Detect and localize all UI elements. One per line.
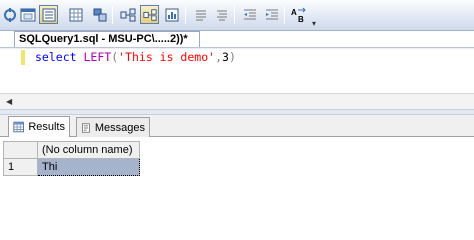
close-paren-token: ) [228, 50, 236, 64]
results-to-text-icon[interactable] [39, 5, 58, 24]
results-to-file-icon[interactable] [90, 5, 109, 24]
sql-function-token: LEFT [83, 50, 112, 64]
results-to-grid-icon[interactable] [66, 5, 85, 24]
toolbar-overflow-chevron-icon[interactable]: ▾ [312, 19, 316, 28]
debug-query-icon[interactable] [0, 5, 19, 24]
toolbar-separator [234, 6, 235, 24]
number-literal-token: 3 [222, 50, 229, 64]
toolbar-separator [112, 6, 113, 24]
query-editor[interactable]: select LEFT('This is demo',3) [0, 49, 474, 93]
client-statistics-icon[interactable] [162, 5, 181, 24]
query-text[interactable]: select LEFT('This is demo',3) [35, 50, 236, 65]
tab-messages-label: Messages [94, 121, 145, 134]
include-actual-plan-icon[interactable] [140, 5, 159, 24]
uncomment-icon[interactable] [212, 5, 231, 24]
comment-icon[interactable] [191, 5, 210, 24]
tab-messages[interactable]: Messages [76, 117, 150, 137]
grid-corner-cell[interactable] [3, 141, 38, 159]
toolbar-separator [284, 6, 285, 24]
comma-token: , [215, 50, 222, 64]
changed-line-marker [21, 50, 25, 65]
query-toolbar: AB ▾ [0, 0, 474, 31]
grid-cell[interactable]: Thi [37, 158, 140, 176]
editor-horizontal-scrollbar[interactable]: ◀ [0, 93, 474, 109]
sql-keyword-token: select [35, 50, 77, 64]
toolbar-separator [185, 6, 186, 24]
query-options-icon[interactable] [18, 5, 37, 24]
svg-text:A: A [291, 8, 297, 17]
tab-results[interactable]: Results [8, 116, 70, 137]
column-header[interactable]: (No column name) [37, 141, 140, 159]
display-estimated-plan-icon[interactable] [118, 5, 137, 24]
document-tab[interactable]: SQLQuery1.sql - MSU-PC\.....2))* [14, 31, 200, 47]
grid-header-row: (No column name) [3, 141, 140, 159]
increase-indent-icon[interactable] [262, 5, 281, 24]
scroll-left-arrow-icon[interactable]: ◀ [6, 97, 12, 106]
tab-results-label: Results [28, 121, 65, 133]
row-number-cell[interactable]: 1 [3, 158, 38, 176]
specify-template-values-icon[interactable]: AB [289, 5, 308, 24]
document-tab-title: SQLQuery1.sql - MSU-PC\.....2))* [19, 33, 188, 45]
svg-text:B: B [298, 15, 304, 23]
results-grid-area: (No column name) 1 Thi [0, 137, 474, 200]
results-grid: (No column name) 1 Thi [3, 141, 140, 176]
results-grid-icon [13, 121, 24, 133]
table-row[interactable]: 1 Thi [3, 158, 140, 176]
results-tab-strip: Results Messages [0, 115, 474, 137]
messages-icon [82, 122, 90, 133]
decrease-indent-icon[interactable] [240, 5, 259, 24]
string-literal-token: 'This is demo' [118, 50, 216, 64]
